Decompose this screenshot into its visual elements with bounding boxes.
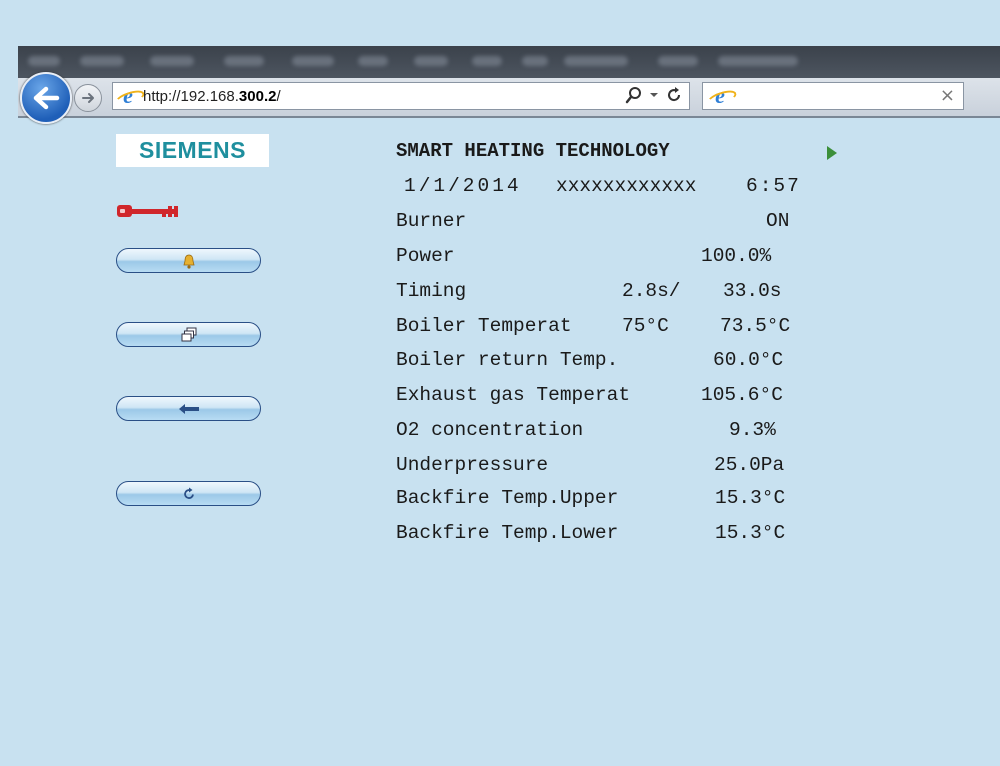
menu-bar xyxy=(18,46,1000,78)
row-value-power: 100.0% xyxy=(701,245,772,267)
row-value-exhaust-gas: 105.6°C xyxy=(701,384,783,406)
alarm-bell-button[interactable] xyxy=(116,248,261,273)
refresh-button[interactable] xyxy=(116,481,261,506)
back-arrow-icon xyxy=(33,86,60,110)
close-tab-icon[interactable]: × xyxy=(940,86,955,106)
menu-item[interactable] xyxy=(564,56,628,66)
browser-tab[interactable]: e × xyxy=(702,82,964,110)
menu-item[interactable] xyxy=(718,56,798,66)
menu-item[interactable] xyxy=(150,56,194,66)
menu-item[interactable] xyxy=(472,56,502,66)
date-text: 1/1/2014 xyxy=(404,175,522,197)
menu-item[interactable] xyxy=(358,56,388,66)
windows-button[interactable] xyxy=(116,322,261,347)
row-label-timing: Timing xyxy=(396,280,467,302)
row-value-timing-1: 2.8s/ xyxy=(622,280,681,302)
siemens-logo: SIEMENS xyxy=(116,134,269,167)
row-value-burner: ON xyxy=(766,210,790,232)
key-icon[interactable] xyxy=(116,201,182,221)
row-value-boiler-setpoint: 75°C xyxy=(622,315,669,337)
browser-forward-button[interactable] xyxy=(74,84,102,112)
row-value-backfire-lower: 15.3°C xyxy=(715,522,786,544)
dropdown-icon[interactable] xyxy=(649,90,659,100)
row-label-backfire-upper: Backfire Temp.Upper xyxy=(396,487,619,509)
row-label-burner: Burner xyxy=(396,210,467,232)
row-value-timing-2: 33.0s xyxy=(723,280,782,302)
row-label-exhaust-gas: Exhaust gas Temperat xyxy=(396,384,631,406)
row-label-boiler-temp: Boiler Temperat xyxy=(396,315,572,337)
refresh-icon xyxy=(183,487,194,499)
row-label-o2: O2 concentration xyxy=(396,419,584,441)
address-bar[interactable]: e http://192.168.300.2/ xyxy=(112,82,690,110)
play-icon[interactable] xyxy=(827,146,837,160)
row-label-boiler-return: Boiler return Temp. xyxy=(396,349,619,371)
menu-item[interactable] xyxy=(522,56,548,66)
time-text: 6:57 xyxy=(746,175,801,197)
row-value-o2: 9.3% xyxy=(729,419,776,441)
logo-text: SIEMENS xyxy=(138,137,247,163)
menu-item[interactable] xyxy=(414,56,448,66)
device-id-text: xxxxxxxxxxxx xyxy=(556,175,697,197)
menu-item[interactable] xyxy=(80,56,124,66)
bell-icon xyxy=(182,254,195,269)
row-label-power: Power xyxy=(396,245,455,267)
url-text[interactable]: http://192.168.300.2/ xyxy=(143,88,281,105)
row-value-underpressure: 25.0Pa xyxy=(714,454,785,476)
row-value-boiler-return: 60.0°C xyxy=(713,349,784,371)
menu-item[interactable] xyxy=(658,56,698,66)
panel-title: SMART HEATING TECHNOLOGY xyxy=(396,140,670,162)
back-button[interactable] xyxy=(116,396,261,421)
row-label-backfire-lower: Backfire Temp.Lower xyxy=(396,522,619,544)
menu-item[interactable] xyxy=(224,56,264,66)
browser-chrome: e http://192.168.300.2/ e × xyxy=(18,46,1000,124)
menu-item[interactable] xyxy=(28,56,60,66)
windows-icon xyxy=(181,327,196,341)
menu-item[interactable] xyxy=(292,56,334,66)
browser-back-button[interactable] xyxy=(20,72,72,124)
ie-tab-icon: e xyxy=(709,85,731,107)
row-value-boiler-actual: 73.5°C xyxy=(720,315,791,337)
search-icon[interactable] xyxy=(625,86,643,104)
refresh-icon[interactable] xyxy=(665,86,683,104)
forward-arrow-icon xyxy=(82,93,94,103)
row-value-backfire-upper: 15.3°C xyxy=(715,487,786,509)
back-arrow-icon xyxy=(178,403,199,414)
row-label-underpressure: Underpressure xyxy=(396,454,549,476)
ie-page-icon: e xyxy=(117,85,139,107)
